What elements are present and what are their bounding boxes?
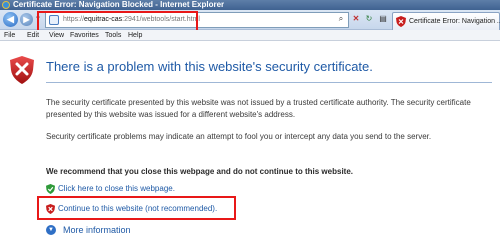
close-webpage-label[interactable]: Click here to close this webpage. bbox=[58, 183, 175, 195]
menu-edit[interactable]: Edit bbox=[27, 30, 39, 41]
tab-label: Certificate Error: Navigation ... bbox=[409, 18, 500, 25]
window-title: Certificate Error: Navigation Blocked - … bbox=[13, 0, 225, 9]
security-warning: Security certificate problems may indica… bbox=[46, 132, 432, 141]
menu-bar: File Edit View Favorites Tools Help bbox=[0, 30, 500, 41]
page-title: There is a problem with this website's s… bbox=[46, 59, 373, 74]
back-button[interactable]: ◀ bbox=[3, 12, 18, 27]
green-shield-check-icon bbox=[46, 184, 55, 194]
menu-help[interactable]: Help bbox=[128, 30, 142, 41]
forward-button[interactable]: ▶ bbox=[20, 13, 33, 26]
magnifier-dropdown-icon[interactable]: ⌕ bbox=[335, 13, 347, 25]
error-shield-icon bbox=[10, 56, 34, 84]
menu-favorites[interactable]: Favorites bbox=[70, 30, 99, 41]
error-shield-icon bbox=[396, 16, 406, 27]
more-information-label[interactable]: More information bbox=[63, 223, 131, 237]
menu-tools[interactable]: Tools bbox=[105, 30, 121, 41]
title-bar: Certificate Error: Navigation Blocked - … bbox=[0, 0, 500, 10]
compatibility-view-icon[interactable]: ▤ bbox=[377, 13, 389, 25]
menu-file[interactable]: File bbox=[4, 30, 15, 41]
stop-icon[interactable]: ✕ bbox=[350, 13, 362, 25]
ie-logo-icon bbox=[2, 1, 10, 9]
close-webpage-link[interactable]: Click here to close this webpage. bbox=[46, 183, 246, 195]
menu-view[interactable]: View bbox=[49, 30, 64, 41]
recommendation-text: We recommend that you close this webpage… bbox=[46, 167, 353, 176]
chevron-down-icon: ▼ bbox=[46, 225, 56, 235]
continue-highlight-box bbox=[37, 196, 236, 220]
refresh-icon[interactable]: ↻ bbox=[363, 13, 375, 25]
more-information-toggle[interactable]: ▼ More information bbox=[46, 223, 166, 237]
certificate-description: The security certificate presented by th… bbox=[46, 98, 471, 119]
tab-certificate-error[interactable]: Certificate Error: Navigation ... bbox=[392, 12, 500, 30]
divider bbox=[46, 82, 492, 83]
